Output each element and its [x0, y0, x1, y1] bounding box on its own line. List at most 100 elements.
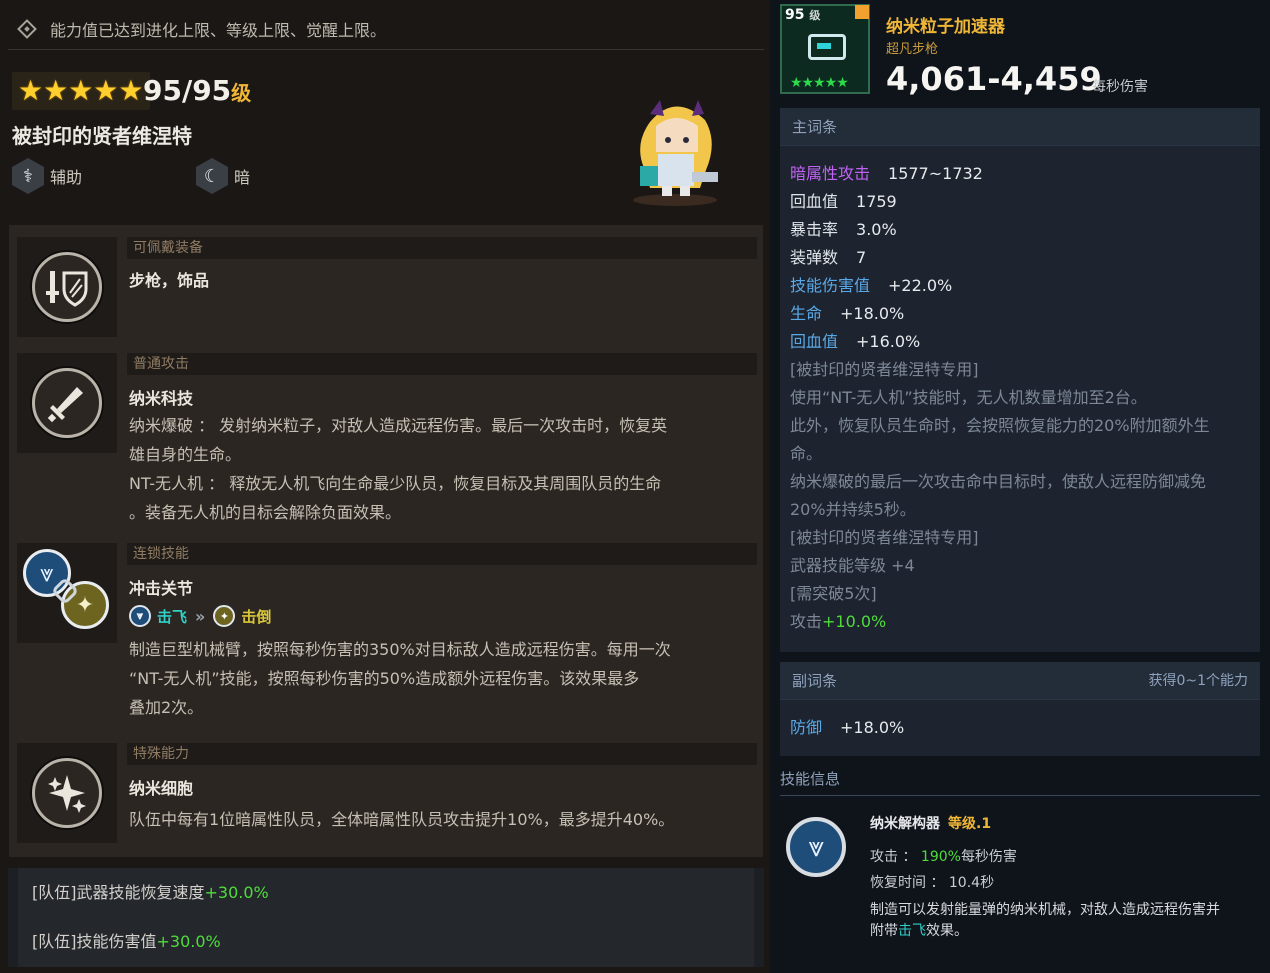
hero-level-value: 95/95 [143, 74, 232, 107]
stat-row: 技能伤害值 +22.0% [790, 272, 952, 296]
stat-value: +22.0% [888, 276, 953, 295]
skill-equipment: 可佩戴装备 步枪，饰品 [17, 237, 757, 341]
sub-stats-note: 获得0~1个能力 [1148, 673, 1248, 689]
skill-special: 特殊能力 纳米细胞 队伍中每有1位暗属性队员，全体暗属性队员攻击提升10%，最多… [17, 743, 757, 847]
sub-stats-title: 副词条 [792, 672, 838, 690]
party-bonus-row: [队伍]技能伤害值+30.0% [8, 917, 764, 967]
stat-key: 回血值 [790, 332, 839, 351]
desc-line: 附带击飞效果。 [870, 921, 1260, 942]
stat-key: 回血值 [790, 192, 839, 211]
stat-key: 防御 [790, 718, 823, 737]
stat-row: 暗属性攻击 1577~1732 [790, 160, 983, 184]
stat-value: +18.0% [840, 304, 905, 323]
hero-level: 95/95级 [143, 74, 251, 107]
skill-category: 连锁技能 [127, 543, 757, 565]
chain-from: 击飞 [157, 607, 188, 626]
hero-panel: 能力值已达到进化上限、等级上限、觉醒上限。 ★★★★★ 95/95级 被封印的贤… [0, 0, 770, 973]
weapon-dps-unit: 每秒伤害 [1092, 79, 1148, 95]
stat-value: +18.0% [840, 718, 905, 737]
rarity-corner-icon [855, 5, 869, 19]
weapon-level-value: 95 [785, 7, 805, 23]
element-label: 暗 [234, 168, 251, 187]
role-label: 辅助 [50, 168, 83, 187]
stat-value: 3.0% [856, 220, 897, 239]
hero-stars: ★★★★★ [12, 72, 150, 110]
weapon-skill-cooldown: 恢复时间 ： 10.4秒 [870, 875, 995, 891]
weapon-level-unit: 级 [809, 9, 821, 22]
skill-list: 可佩戴装备 步枪，饰品 普通攻击 纳米科技 纳米爆破 ： 发射纳米粒子，对敌人造… [8, 224, 764, 858]
weapon-skill-name: 纳米解构器 [870, 816, 940, 832]
skill-icon-box [17, 237, 117, 337]
stat-row: 防御 +18.0% [790, 714, 904, 738]
launch-keyword: 击飞 [898, 923, 926, 939]
desc-line: [需突破5次] [790, 584, 877, 603]
desc-line: 20%并持续5秒。 [790, 500, 916, 519]
skill-icon-box [17, 353, 117, 453]
skill-desc-line: 雄自身的生命。 [129, 445, 242, 464]
notice-text: 能力值已达到进化上限、等级上限、觉醒上限。 [50, 20, 387, 40]
skill-desc-line: 。装备无人机的目标会解除负面效果。 [129, 503, 402, 522]
desc-line: 攻击+10.0% [790, 608, 1256, 636]
skill-desc-line: “NT-无人机”技能，按照每秒伤害的50%造成额外远程伤害。该效果最多 [129, 669, 640, 688]
hero-sprite [633, 100, 718, 206]
party-bonus-value: +30.0% [204, 883, 269, 902]
weapon-dps: 4,061-4,459 [886, 60, 1102, 98]
desc-line: 纳米爆破的最后一次攻击命中目标时，使敌人远程防御减免 [790, 472, 1207, 491]
rifle-icon [808, 34, 846, 60]
bonus-value: +10.0% [822, 612, 887, 631]
hero-level-unit: 级 [231, 81, 252, 105]
skill-desc-line: NT-无人机 ： 释放无人机飞向生命最少队员，恢复目标及其周围队员的生命 [129, 474, 662, 493]
stat-row: 回血值 1759 [790, 188, 897, 212]
skill-title: 冲击关节 [129, 579, 194, 598]
stat-value: 7 [856, 248, 867, 267]
main-stats-box: 主词条 暗属性攻击 1577~1732 回血值 1759 暴击率 3.0% 装弹数 7 … [780, 108, 1260, 652]
weapon-level: 95 级 [785, 7, 820, 23]
skill-title: 纳米细胞 [129, 779, 194, 798]
stat-value: +16.0% [856, 332, 921, 351]
chain-condition: ⩔ 击飞 » ✦ 击倒 [129, 605, 271, 627]
role-tag: ⚕ 辅助 [12, 158, 82, 194]
stat-row: 回血值 +16.0% [790, 328, 920, 352]
skill-desc-line: 纳米爆破 ： 发射纳米粒子，对敌人造成远程伤害。最后一次攻击时，恢复英 [129, 416, 668, 435]
desc-line: [被封印的贤者维涅特专用] [790, 528, 979, 547]
launch-icon: ⩔ [129, 605, 151, 627]
skill-description: 制造巨型机械臂，按照每秒伤害的350%对目标敌人造成远程伤害。每用一次 “NT-… [129, 635, 739, 722]
stat-key: 装弹数 [790, 248, 839, 267]
skill-description: 纳米爆破 ： 发射纳米粒子，对敌人造成远程伤害。最后一次攻击时，恢复英 雄自身的… [129, 411, 739, 527]
skill-category: 可佩戴装备 [127, 237, 757, 259]
stat-row: 暴击率 3.0% [790, 216, 897, 240]
weapon-skill-title: 纳米解构器 等级.1 [870, 813, 991, 833]
desc-line: 此外，恢复队员生命时，会按照恢复能力的20%附加额外生 [790, 416, 1210, 435]
element-tag: ☾ 暗 [196, 158, 250, 194]
skill-desc-line: 队伍中每有1位暗属性队员，全体暗属性队员攻击提升10%，最多提升40%。 [129, 810, 675, 829]
weapon-effect-description: [被封印的贤者维涅特专用] 使用“NT-无人机”技能时，无人机数量增加至2台。 … [790, 356, 1256, 636]
desc-line: [被封印的贤者维涅特专用] [790, 360, 979, 379]
weapon-skill-icon[interactable]: ⩔ [786, 817, 846, 877]
skill-info-header: 技能信息 [780, 770, 841, 788]
hero-header: ★★★★★ 95/95级 被封印的贤者维涅特 ⚕ 辅助 ☾ 暗 [0, 52, 770, 222]
skill-description: 队伍中每有1位暗属性队员，全体暗属性队员攻击提升10%，最多提升40%。 [129, 805, 739, 834]
sub-stats-header: 副词条 获得0~1个能力 [780, 662, 1260, 700]
sub-stats-box: 副词条 获得0~1个能力 防御 +18.0% [780, 662, 1260, 756]
stat-key: 技能伤害值 [790, 276, 871, 295]
skill-basic-attack: 普通攻击 纳米科技 纳米爆破 ： 发射纳米粒子，对敌人造成远程伤害。最后一次攻击… [17, 353, 757, 529]
desc-line: 制造可以发射能量弹的纳米机械，对敌人造成远程伤害并 [870, 902, 1220, 918]
weapon-skill-description: 制造可以发射能量弹的纳米机械，对敌人造成远程伤害并 附带击飞效果。 [870, 900, 1260, 942]
skill-desc-line: 叠加2次。 [129, 698, 204, 717]
weapon-skill-level: 等级.1 [948, 816, 992, 832]
dark-element-icon: ☾ [196, 158, 228, 194]
stat-value: 1577~1732 [888, 164, 983, 183]
sparkle-icon [32, 758, 102, 828]
desc-line: 命。 [790, 444, 823, 463]
stat-key: 暗属性攻击 [790, 164, 871, 183]
desc-line: 武器技能等级 +4 [790, 556, 915, 575]
equipment-types: 步枪，饰品 [129, 271, 210, 290]
sword-icon [32, 368, 102, 438]
max-level-notice: 能力值已达到进化上限、等级上限、觉醒上限。 [8, 8, 764, 50]
stat-value: 1759 [856, 192, 897, 211]
weapon-icon[interactable]: 95 级 ★★★★★ [780, 4, 870, 94]
skill-title: 纳米科技 [129, 389, 194, 408]
divider [780, 795, 1260, 796]
main-stats-header: 主词条 [780, 108, 1260, 146]
diamond-icon [17, 18, 37, 39]
